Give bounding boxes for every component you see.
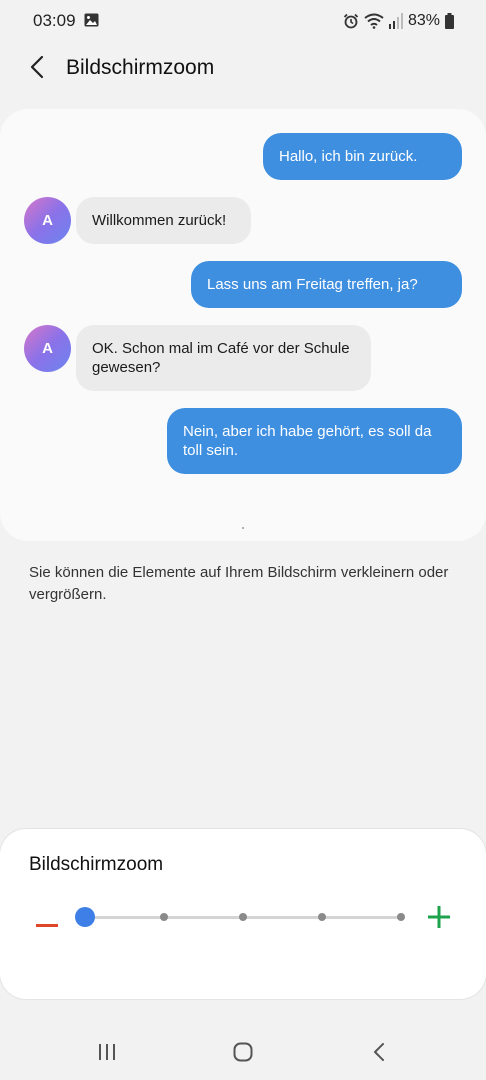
message-text: Willkommen zurück! xyxy=(92,212,227,229)
zoom-slider-tick[interactable] xyxy=(160,913,168,921)
avatar-initial: A xyxy=(42,212,53,229)
home-icon xyxy=(233,1042,253,1062)
back-button[interactable] xyxy=(20,52,54,86)
plus-icon xyxy=(428,906,450,928)
signal-icon xyxy=(388,13,403,29)
zoom-slider-thumb[interactable] xyxy=(75,907,95,927)
zoom-in-button[interactable] xyxy=(428,906,450,928)
message-outgoing: Hallo, ich bin zurück. xyxy=(263,133,462,180)
message-outgoing: Lass uns am Freitag treffen, ja? xyxy=(191,261,462,308)
message-incoming: Willkommen zurück! xyxy=(76,197,251,244)
recent-apps-icon xyxy=(99,1044,115,1060)
avatar: A xyxy=(24,325,71,372)
zoom-panel: Bildschirmzoom xyxy=(0,829,486,999)
alarm-icon xyxy=(343,13,359,29)
message-text: Nein, aber ich habe gehört, es soll da t… xyxy=(183,423,432,459)
battery-icon xyxy=(445,13,454,29)
zoom-slider-tick[interactable] xyxy=(397,913,405,921)
status-icons: 83% xyxy=(343,11,454,31)
avatar-initial: A xyxy=(42,340,53,357)
header: Bildschirmzoom xyxy=(0,42,486,98)
status-bar: 03:09 83% xyxy=(0,0,486,42)
home-button[interactable] xyxy=(228,1040,258,1064)
zoom-out-button[interactable] xyxy=(36,915,58,927)
message-text: Lass uns am Freitag treffen, ja? xyxy=(207,276,418,293)
battery-percent: 83% xyxy=(407,12,440,29)
navigation-bar xyxy=(0,1020,486,1080)
zoom-slider-tick[interactable] xyxy=(318,913,326,921)
zoom-preview-card: Hallo, ich bin zurück. A Willkommen zurü… xyxy=(0,109,486,541)
minus-icon xyxy=(36,924,58,927)
image-icon xyxy=(84,13,99,27)
wifi-icon xyxy=(364,13,384,29)
message-text: Hallo, ich bin zurück. xyxy=(279,148,418,165)
chevron-left-icon xyxy=(30,55,44,84)
recent-apps-button[interactable] xyxy=(92,1040,122,1064)
scroll-indicator xyxy=(242,527,244,529)
message-outgoing: Nein, aber ich habe gehört, es soll da t… xyxy=(167,408,462,474)
avatar: A xyxy=(24,197,71,244)
status-time: 03:09 xyxy=(33,11,76,30)
zoom-title: Bildschirmzoom xyxy=(29,854,164,875)
message-text: OK. Schon mal im Café vor der Schule gew… xyxy=(92,340,350,376)
message-incoming: OK. Schon mal im Café vor der Schule gew… xyxy=(76,325,371,391)
page-title: Bildschirmzoom xyxy=(66,56,215,79)
zoom-slider-tick[interactable] xyxy=(239,913,247,921)
back-icon xyxy=(374,1043,384,1061)
zoom-description: Sie können die Elemente auf Ihrem Bildsc… xyxy=(29,564,449,603)
back-nav-button[interactable] xyxy=(364,1040,394,1064)
